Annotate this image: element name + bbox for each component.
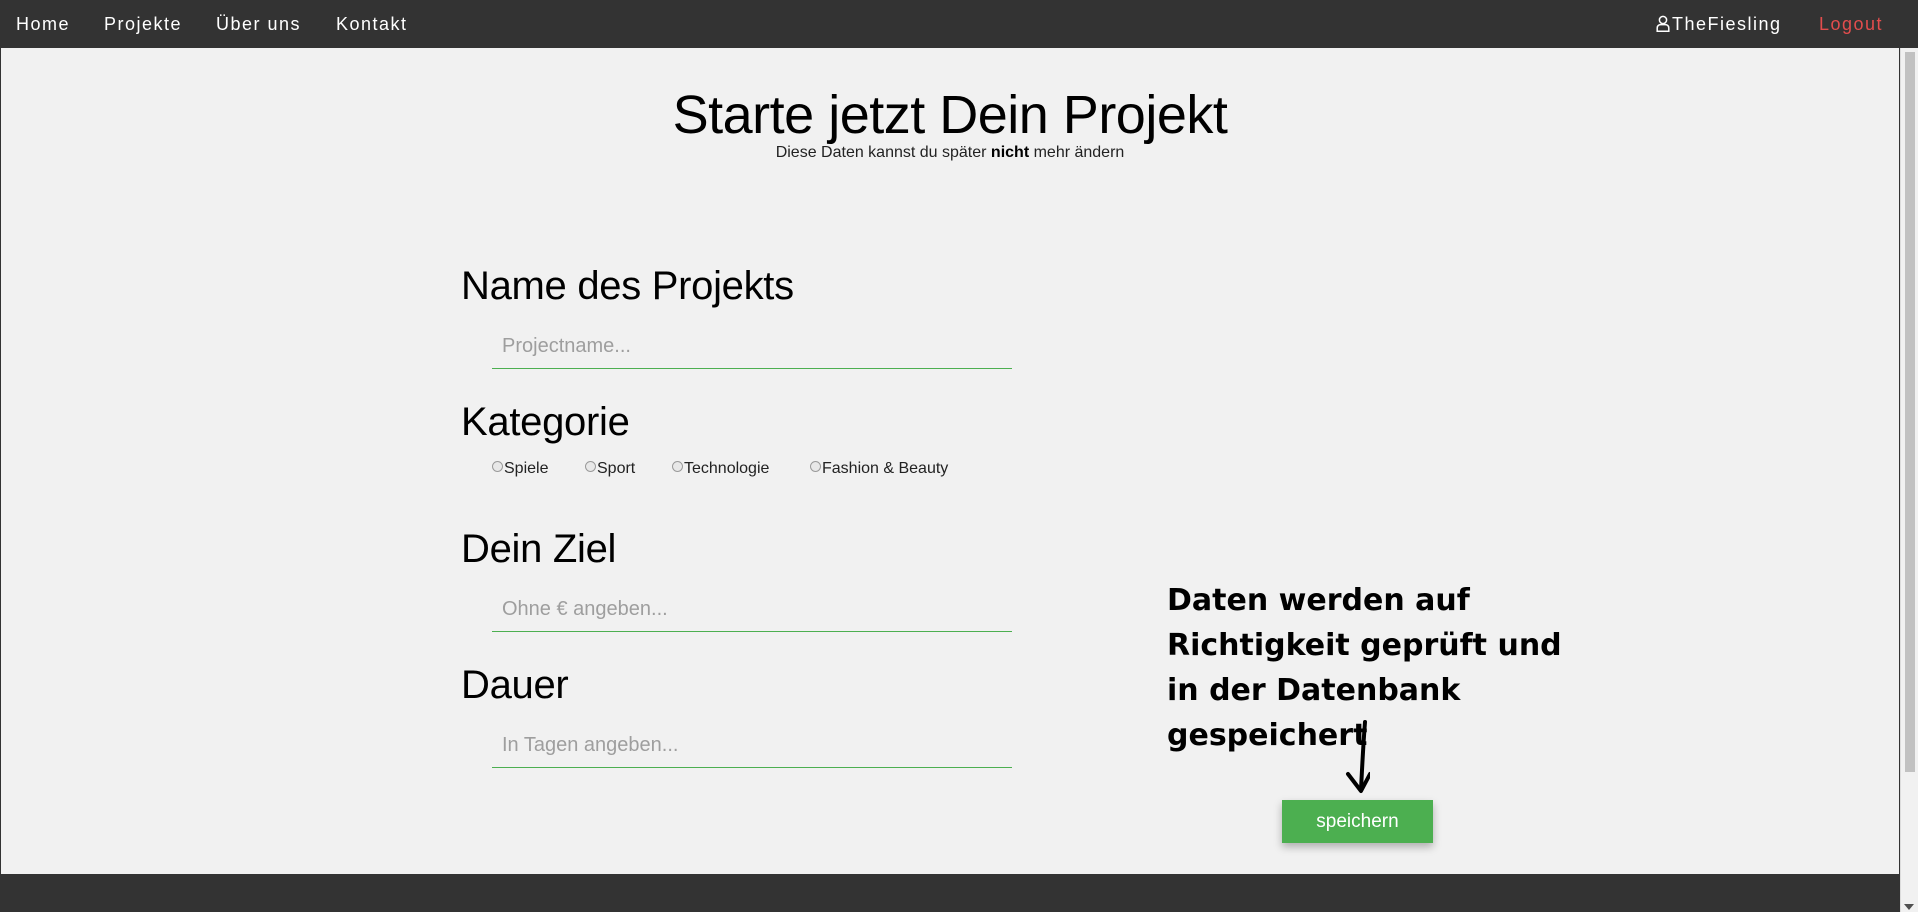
annotation-line: in der Datenbank — [1167, 673, 1461, 708]
annotation-line: Richtigkeit geprüft und — [1167, 628, 1562, 663]
page-subtitle: Diese Daten kannst du später nicht mehr … — [0, 144, 1900, 162]
user-icon — [1656, 2, 1670, 50]
radio-button[interactable] — [810, 461, 821, 472]
nav-ueber-uns-link[interactable]: Über uns — [216, 0, 301, 48]
category-heading: Kategorie — [461, 400, 630, 444]
nav-home-link[interactable]: Home — [16, 0, 70, 48]
category-label: Fashion & Beauty — [822, 460, 949, 477]
project-name-input[interactable] — [492, 325, 1012, 369]
logout-link[interactable]: Logout — [1819, 0, 1883, 48]
nav-projekte-link[interactable]: Projekte — [104, 0, 182, 48]
radio-button[interactable] — [492, 461, 503, 472]
subtitle-emphasis: nicht — [990, 144, 1030, 161]
category-option-technologie[interactable]: Technologie — [672, 460, 769, 478]
duration-heading: Dauer — [461, 663, 569, 707]
down-arrow-icon — [1346, 720, 1370, 793]
nav-kontakt-link[interactable]: Kontakt — [336, 0, 408, 48]
vertical-scrollbar[interactable] — [1900, 48, 1918, 912]
subtitle-text-after: mehr ändern — [1029, 144, 1125, 161]
radio-button[interactable] — [672, 461, 683, 472]
footer — [0, 874, 1900, 912]
top-navbar: Home Projekte Über uns Kontakt TheFiesli… — [0, 0, 1918, 48]
user-profile-link[interactable]: TheFiesling — [1656, 0, 1782, 48]
category-option-sport[interactable]: Sport — [585, 460, 635, 478]
goal-input[interactable] — [492, 588, 1012, 632]
category-label: Sport — [597, 460, 636, 477]
category-option-spiele[interactable]: Spiele — [492, 460, 548, 478]
subtitle-text-before: Diese Daten kannst du später — [775, 144, 991, 161]
category-label: Technologie — [684, 460, 770, 477]
annotation-line: Daten werden auf — [1167, 583, 1470, 618]
username-label: TheFiesling — [1672, 14, 1782, 34]
category-option-fashion-beauty[interactable]: Fashion & Beauty — [810, 460, 948, 478]
radio-button[interactable] — [585, 461, 596, 472]
scroll-down-arrow-icon[interactable] — [1904, 904, 1914, 910]
duration-input[interactable] — [492, 724, 1012, 768]
save-button[interactable]: speichern — [1282, 800, 1433, 843]
page-title: Starte jetzt Dein Projekt — [672, 85, 1228, 145]
project-name-heading: Name des Projekts — [461, 264, 794, 308]
goal-heading: Dein Ziel — [461, 527, 617, 571]
category-label: Spiele — [504, 460, 549, 477]
scrollbar-thumb[interactable] — [1905, 52, 1915, 772]
